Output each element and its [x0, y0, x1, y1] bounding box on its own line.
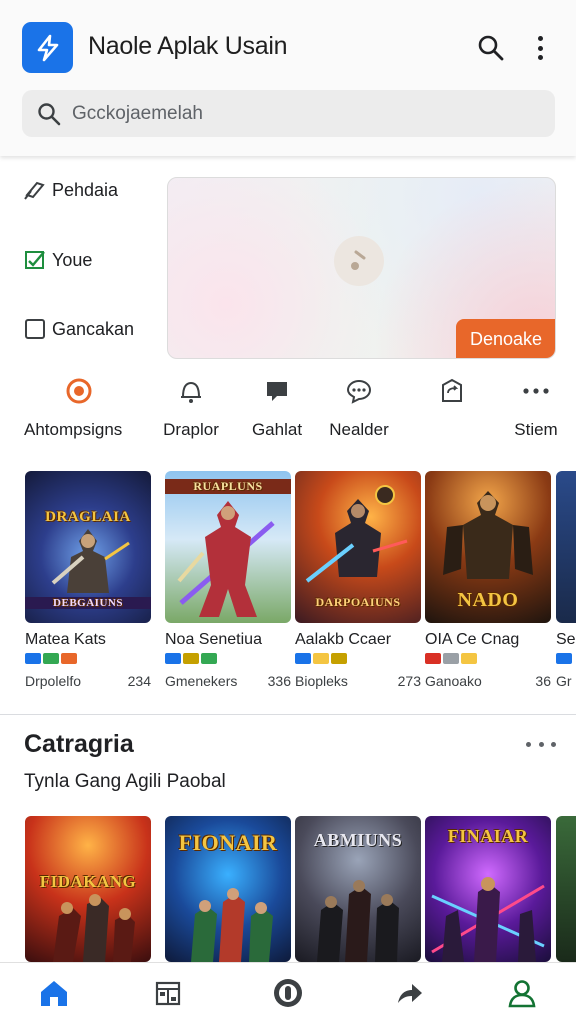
game-count: 234 — [127, 673, 151, 689]
target-icon — [64, 376, 94, 406]
search-input[interactable] — [72, 98, 542, 130]
category-row: Ahtompsigns Draplor Gahlat Nealder Stiem — [0, 376, 576, 446]
game-badges — [425, 653, 551, 665]
game-art[interactable]: FIDAKANG — [25, 816, 151, 962]
home-icon[interactable] — [37, 976, 71, 1010]
game-art[interactable]: DARPOAIUNS — [295, 471, 421, 623]
game-art-title: FIONAIR — [178, 830, 278, 855]
game-badges — [556, 653, 576, 665]
section-divider — [0, 714, 576, 715]
bell-icon — [176, 376, 206, 406]
game-art[interactable]: ABMIUNS — [295, 816, 421, 962]
category-label: Ahtompsigns — [24, 420, 123, 439]
game-title: Aalakb Ccaer — [295, 631, 392, 648]
search-icon[interactable] — [476, 33, 506, 63]
game-art[interactable] — [556, 471, 576, 623]
app-header: Naole Aplak Usain — [0, 0, 576, 156]
chat-bubble-icon — [262, 376, 292, 406]
category-nealder[interactable]: Nealder — [328, 376, 390, 446]
game-count: 336 — [267, 673, 291, 689]
share-box-icon — [437, 376, 467, 406]
game-badges — [165, 653, 291, 665]
profile-icon[interactable] — [505, 976, 539, 1010]
play-icon[interactable] — [334, 236, 384, 286]
game-title: Matea Kats — [25, 631, 106, 648]
category-share[interactable] — [436, 376, 468, 446]
game-badges — [25, 653, 151, 665]
search-bar[interactable] — [22, 90, 555, 137]
category-ahtompsigns[interactable]: Ahtompsigns — [24, 376, 134, 446]
category-label: Gahlat — [251, 420, 303, 439]
filter-label: Pehdaia — [52, 179, 119, 200]
filter-item-youe[interactable]: Youe — [22, 248, 92, 272]
calendar-icon[interactable] — [151, 976, 185, 1010]
game-art[interactable]: FINAIAR — [425, 816, 551, 962]
section-subtitle: Tynla Gang Agili Paobal — [24, 771, 226, 792]
promo-banner[interactable]: Denoake — [167, 177, 556, 359]
filter-item-pehdaia[interactable]: Pehdaia — [22, 178, 118, 202]
game-art[interactable]: NADO — [425, 471, 551, 623]
game-card[interactable]: NADO OIA Ce Cnag Ganoako 36 — [425, 471, 551, 689]
filter-item-gancakan[interactable]: Gancakan — [22, 317, 134, 341]
game-card[interactable]: DARPOAIUNS Aalakb Ccaer Biopleks 273 — [295, 471, 421, 689]
category-draplor[interactable]: Draplor — [156, 376, 226, 446]
more-horiz-icon — [521, 376, 551, 406]
bolt-icon[interactable] — [22, 22, 73, 73]
game-card[interactable]: DRAGLAIA DEBGAIUNS Matea Kats Drpolelfo 2… — [25, 471, 151, 689]
game-developer: Gr — [556, 673, 572, 689]
category-label: Stiem — [514, 420, 558, 439]
game-art-title: FINAIAR — [447, 826, 529, 846]
game-art[interactable] — [556, 816, 576, 962]
bottom-nav — [0, 962, 576, 1024]
banner-action-button[interactable]: Denoake — [456, 319, 555, 358]
category-label: Nealder — [329, 420, 389, 439]
game-art-title: ABMIUNS — [313, 830, 403, 850]
filter-label: Youe — [52, 249, 93, 270]
game-developer: Biopleks — [295, 673, 348, 689]
game-art-title: NADO — [457, 589, 519, 611]
filter-label: Gancakan — [52, 318, 135, 339]
search-icon — [36, 101, 62, 127]
app-title: Naole Aplak Usain — [88, 32, 288, 60]
games-carousel[interactable]: DRAGLAIA DEBGAIUNS Matea Kats Drpolelfo 2… — [0, 471, 576, 701]
game-developer: Ganoako — [425, 673, 482, 689]
game-title: Noa Senetiua — [165, 631, 262, 648]
game-art-title: RUAPLUNS — [165, 479, 291, 494]
game-art[interactable]: FIONAIR — [165, 816, 291, 962]
comment-icon — [344, 376, 374, 406]
game-art-subtitle: DARPOAIUNS — [315, 595, 401, 609]
game-art[interactable]: DRAGLAIA DEBGAIUNS — [25, 471, 151, 623]
category-label: Draplor — [163, 420, 219, 439]
forward-arrow-icon[interactable] — [392, 976, 426, 1010]
empty-checkbox-icon[interactable] — [22, 317, 48, 341]
game-art[interactable]: RUAPLUNS — [165, 471, 291, 623]
section-title: Catragria — [24, 730, 134, 758]
game-card[interactable]: RUAPLUNS Noa Senetiua Gmenekers 336 — [165, 471, 291, 689]
game-count: 36 — [535, 673, 551, 689]
game-count: 273 — [397, 673, 421, 689]
category-gahlat[interactable]: Gahlat — [244, 376, 310, 446]
category-stiem[interactable]: Stiem — [506, 376, 566, 446]
game-card[interactable]: Se Gr — [556, 471, 576, 689]
circle-badge-icon[interactable] — [271, 976, 305, 1010]
tag-icon — [22, 178, 48, 202]
check-square-icon — [22, 248, 48, 272]
more-vert-icon[interactable] — [526, 33, 554, 63]
game-developer: Drpolelfo — [25, 673, 82, 689]
more-horiz-icon[interactable] — [526, 742, 556, 748]
game-developer: Gmenekers — [165, 673, 238, 689]
game-title: Se — [556, 631, 576, 648]
section-carousel[interactable]: FIDAKANG FIONAIR ABMIUNS FINAIAR — [0, 816, 576, 962]
game-art-subtitle: DEBGAIUNS — [25, 597, 151, 609]
game-title: OIA Ce Cnag — [425, 631, 520, 648]
game-badges — [295, 653, 421, 665]
